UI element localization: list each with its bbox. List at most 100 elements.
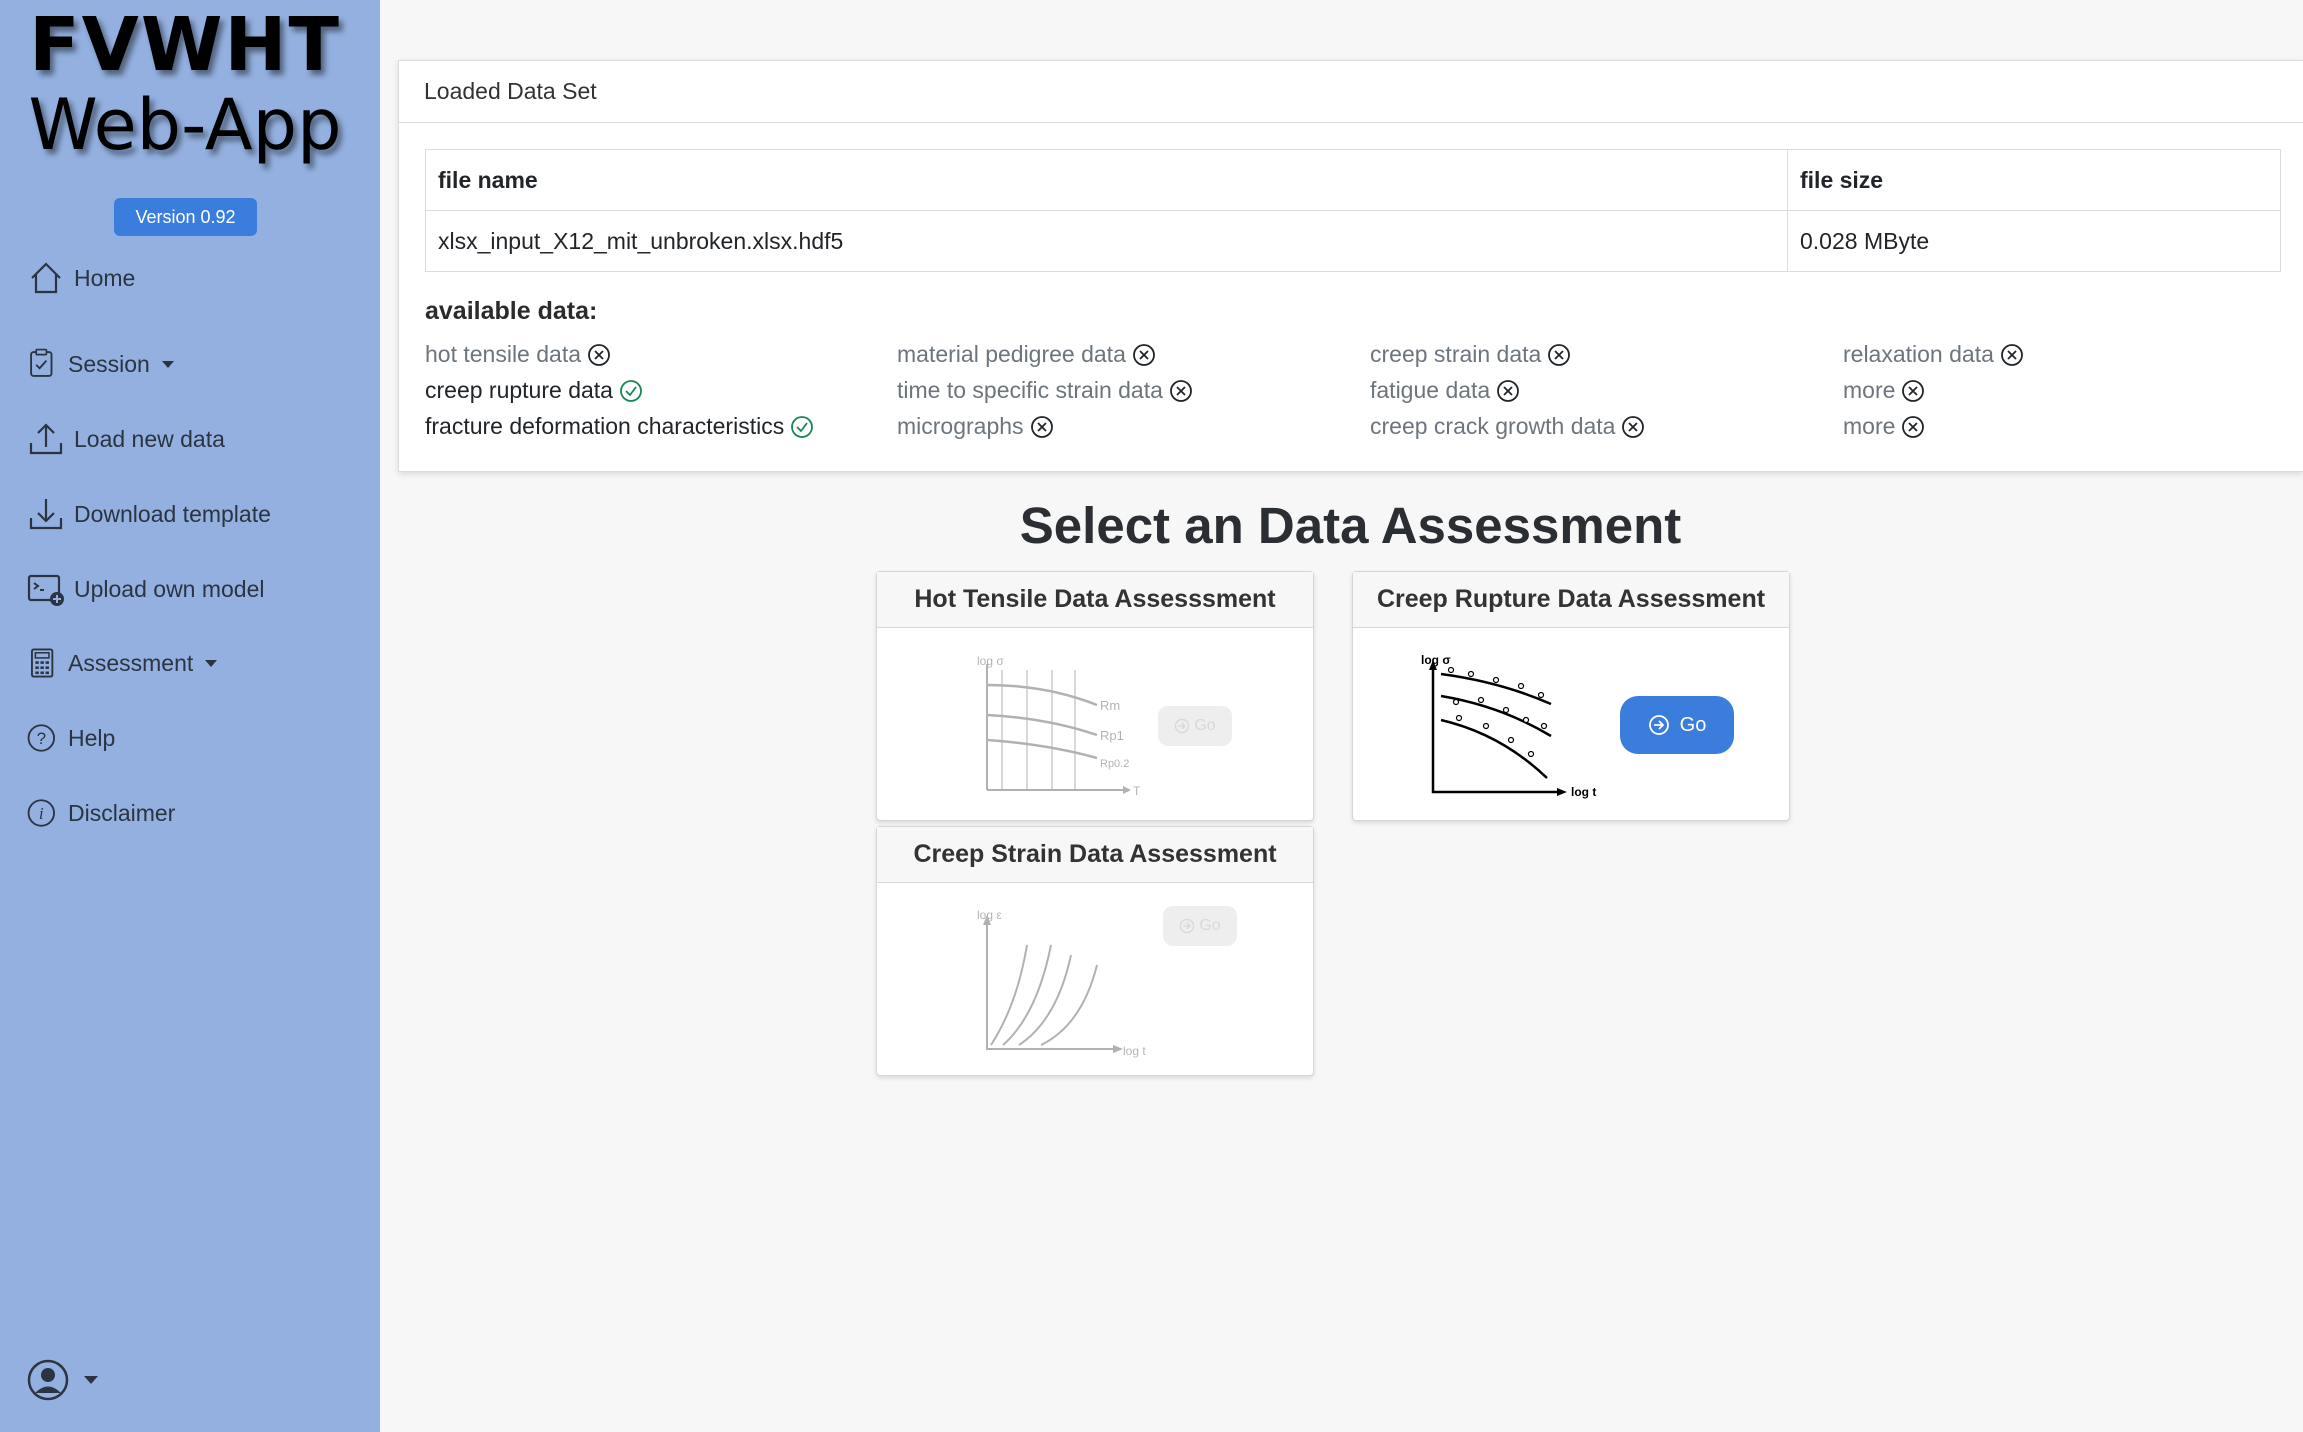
hot-tensile-go-label: Go <box>1194 717 1216 734</box>
available-data-label: material pedigree data <box>897 341 1126 367</box>
creep-rupture-go-button[interactable]: Go <box>1620 696 1734 754</box>
creep-strain-card: Creep Strain Data Assessment log ε log t… <box>876 826 1314 1076</box>
download-icon <box>29 499 63 530</box>
available-data-item: relaxation data <box>1843 341 2025 368</box>
logo-line-2: Web-App <box>28 84 342 166</box>
available-data-title: available data: <box>425 297 598 325</box>
creep-strain-title: Creep Strain Data Assessment <box>877 827 1313 883</box>
calculator-icon <box>31 648 54 678</box>
creep-strain-go-label: Go <box>1199 917 1221 934</box>
creep-rupture-x-label: log t <box>1571 785 1596 799</box>
x-circle-icon <box>1622 415 1645 438</box>
nav-assessment[interactable]: Assessment <box>26 643 218 683</box>
hot-tensile-x-label: T <box>1133 784 1141 798</box>
hot-tensile-go-button[interactable]: Go <box>1158 706 1232 746</box>
creep-strain-y-label: log ε <box>977 908 1002 922</box>
arrow-right-circle-icon <box>1175 718 1190 734</box>
nav-help-label: Help <box>68 724 116 751</box>
curve-label-rp1: Rp1 <box>1100 728 1124 743</box>
available-data-label: more <box>1843 413 1896 439</box>
chevron-down-icon <box>205 659 218 667</box>
available-data-label: fracture deformation characteristics <box>425 413 785 439</box>
nav-upload-own-model[interactable]: Upload own model <box>26 569 265 609</box>
page-title: Select an Data Assessment <box>1019 497 1682 554</box>
nav-load-new-data-label: Load new data <box>74 425 225 452</box>
logo-line-1: FVWHT <box>29 2 341 88</box>
table-row: xlsx_input_X12_mit_unbroken.xlsx.hdf5 0.… <box>425 210 2281 272</box>
help-circle-icon: ? <box>27 724 55 752</box>
available-data-item: time to specific strain data <box>897 377 1194 404</box>
available-data-label: micrographs <box>897 413 1024 439</box>
nav-session[interactable]: Session <box>26 344 174 384</box>
nav-disclaimer[interactable]: i Disclaimer <box>26 793 175 833</box>
nav-home[interactable]: Home <box>26 258 135 298</box>
svg-text:i: i <box>39 804 44 823</box>
file-table: file name file size xlsx_input_X12_mit_u… <box>425 149 2281 272</box>
x-circle-icon <box>588 343 610 366</box>
hot-tensile-chart-icon: log σ T Rm Rp1 Rp0.2 <box>977 654 1141 798</box>
available-data-item: creep crack growth data <box>1370 413 1646 440</box>
svg-text:?: ? <box>37 729 46 748</box>
creep-rupture-y-label: log σ <box>1421 653 1451 667</box>
available-data-label: time to specific strain data <box>897 377 1163 403</box>
creep-strain-go-button[interactable]: Go <box>1163 906 1237 946</box>
available-data-label: more <box>1843 377 1896 403</box>
chevron-down-icon <box>84 1376 98 1384</box>
creep-rupture-go-label: Go <box>1679 713 1707 736</box>
app-logo: FVWHT Web-App <box>0 8 370 160</box>
file-name-cell: xlsx_input_X12_mit_unbroken.xlsx.hdf5 <box>425 210 1788 272</box>
upload-icon <box>29 423 63 455</box>
x-circle-icon <box>1030 415 1053 438</box>
hot-tensile-y-label: log σ <box>977 654 1004 668</box>
nav-download-template[interactable]: Download template <box>26 494 271 534</box>
table-header-row: file name file size <box>425 149 2281 211</box>
available-data-label: hot tensile data <box>425 341 582 367</box>
x-circle-icon <box>1902 415 1925 438</box>
arrow-right-circle-icon <box>1648 715 1669 735</box>
nav-assessment-label: Assessment <box>68 649 194 676</box>
available-data-item: creep rupture data <box>425 377 644 404</box>
loaded-data-header: Loaded Data Set <box>399 61 2303 123</box>
nav-upload-own-model-label: Upload own model <box>74 575 265 602</box>
creep-rupture-chart-icon: log σ log t <box>1421 653 1596 799</box>
nav-session-label: Session <box>68 350 150 377</box>
user-menu-button[interactable] <box>26 1358 98 1402</box>
user-circle-icon <box>27 1359 69 1401</box>
available-data-item: micrographs <box>897 413 1055 440</box>
sidebar: FVWHT Web-App Version 0.92 Home Session … <box>0 0 380 1432</box>
x-circle-icon <box>1170 379 1192 402</box>
available-data-item: hot tensile data <box>425 341 612 368</box>
nav-download-template-label: Download template <box>74 500 271 527</box>
file-size-cell: 0.028 MByte <box>1787 210 2281 272</box>
terminal-plus-icon <box>27 574 64 606</box>
nav-home-label: Home <box>74 264 136 291</box>
column-header-file-name: file name <box>425 149 1788 211</box>
clipboard-check-icon <box>30 348 53 377</box>
available-data-item: more <box>1843 413 1926 440</box>
creep-strain-chart-icon: log ε log t <box>977 908 1146 1058</box>
creep-rupture-title: Creep Rupture Data Assessment <box>1353 572 1789 628</box>
nav-help[interactable]: ? Help <box>26 718 115 758</box>
loaded-data-card: Loaded Data Set file name file size xlsx… <box>398 60 2303 472</box>
check-circle-icon <box>791 415 814 438</box>
x-circle-icon <box>1497 379 1520 402</box>
available-data-label: creep strain data <box>1370 341 1542 367</box>
version-badge: Version 0.92 <box>114 198 257 236</box>
chevron-down-icon <box>161 360 174 368</box>
available-data-label: fatigue data <box>1370 377 1491 403</box>
column-header-file-size: file size <box>1787 149 2281 211</box>
available-data-item: fatigue data <box>1370 377 1521 404</box>
creep-rupture-card: Creep Rupture Data Assessment log σ log … <box>1352 571 1790 821</box>
x-circle-icon <box>1132 343 1155 366</box>
check-circle-icon <box>620 379 642 402</box>
x-circle-icon <box>2000 343 2023 366</box>
hot-tensile-title: Hot Tensile Data Assesssment <box>877 572 1313 628</box>
nav-disclaimer-label: Disclaimer <box>68 799 176 826</box>
curve-label-rp02: Rp0.2 <box>1100 758 1129 770</box>
nav-load-new-data[interactable]: Load new data <box>26 419 225 459</box>
available-data-label: creep crack growth data <box>1370 413 1616 439</box>
hot-tensile-card: Hot Tensile Data Assesssment log σ T Rm … <box>876 571 1314 821</box>
curve-label-rm: Rm <box>1100 698 1120 713</box>
x-circle-icon <box>1548 343 1571 366</box>
available-data-label: creep rupture data <box>425 377 613 403</box>
